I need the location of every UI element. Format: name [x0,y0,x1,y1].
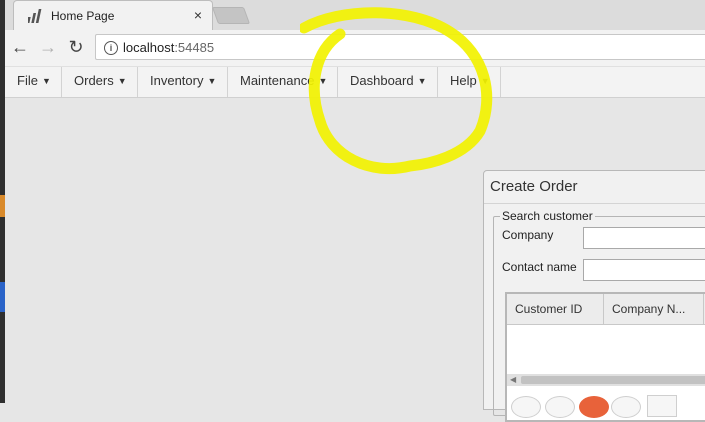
tab-strip: Home Page × [5,0,705,30]
reload-icon[interactable]: ↻ [65,36,87,58]
browser-toolbar: ← → ↻ i localhost:54485 [5,30,705,67]
create-order-dialog: Create Order Search customer Company Con… [483,170,705,422]
menu-dashboard[interactable]: Dashboard ▼ [338,67,438,97]
title-divider [484,203,705,204]
pager-last-button[interactable] [647,395,677,417]
column-header-customer-id[interactable]: Customer ID [507,294,604,324]
horizontal-scrollbar[interactable]: ◀ [507,374,705,386]
browser-tab[interactable]: Home Page × [13,0,213,30]
url-text: localhost:54485 [123,40,214,55]
menu-label: Inventory [150,73,204,88]
menu-inventory[interactable]: Inventory ▼ [138,67,228,97]
pager-first-button[interactable] [511,396,541,418]
close-icon[interactable]: × [194,7,202,23]
menu-help[interactable]: Help ▼ [438,67,501,97]
tab-title: Home Page [51,9,115,23]
left-edge-accent-orange [0,195,5,217]
pager-prev-button[interactable] [545,396,575,418]
grid-header: Customer ID Company N... [507,294,705,325]
url-host: localhost [123,40,175,55]
back-arrow-icon[interactable]: ← [9,36,31,58]
browser-chrome: Home Page × ← → ↻ i localhost:54485 [5,0,705,67]
contact-name-input[interactable] [583,259,705,281]
dialog-title: Create Order [490,178,578,195]
bar-chart-icon [28,9,42,23]
contact-name-label: Contact name [502,260,577,274]
menu-label: Dashboard [350,73,414,88]
address-bar[interactable]: i localhost:54485 [95,34,705,60]
fieldset-legend: Search customer [500,209,595,223]
menu-maintenance[interactable]: Maintenance ▼ [228,67,338,97]
pager-next-button[interactable] [611,396,641,418]
dropdown-arrow-icon: ▼ [207,76,217,86]
dropdown-arrow-icon: ▼ [480,76,490,86]
search-customer-fieldset: Search customer Company Contact name Cus… [493,209,705,422]
menu-label: Help [450,73,477,88]
menu-orders[interactable]: Orders ▼ [62,67,138,97]
menu-label: Orders [74,73,114,88]
app-menu-bar: File ▼ Orders ▼ Inventory ▼ Maintenance ▼ Da… [5,66,705,98]
menu-label: Maintenance [240,73,315,88]
pager-current-page[interactable] [579,396,609,418]
dropdown-arrow-icon: ▼ [417,76,427,86]
left-edge-accent-blue [0,282,5,312]
url-port: :54485 [174,40,215,55]
grid-pager [507,392,705,422]
dropdown-arrow-icon: ▼ [318,76,328,86]
company-input[interactable] [583,227,705,249]
menu-file[interactable]: File ▼ [5,67,62,97]
dropdown-arrow-icon: ▼ [41,76,51,86]
scrollbar-thumb[interactable] [521,376,705,384]
dropdown-arrow-icon: ▼ [117,76,127,86]
info-icon[interactable]: i [104,41,118,55]
column-header-company-name[interactable]: Company N... [604,294,704,324]
scroll-left-icon[interactable]: ◀ [510,374,516,386]
new-tab-button[interactable] [211,7,251,24]
forward-arrow-icon[interactable]: → [37,36,59,58]
company-label: Company [502,228,554,242]
menu-label: File [17,73,38,88]
